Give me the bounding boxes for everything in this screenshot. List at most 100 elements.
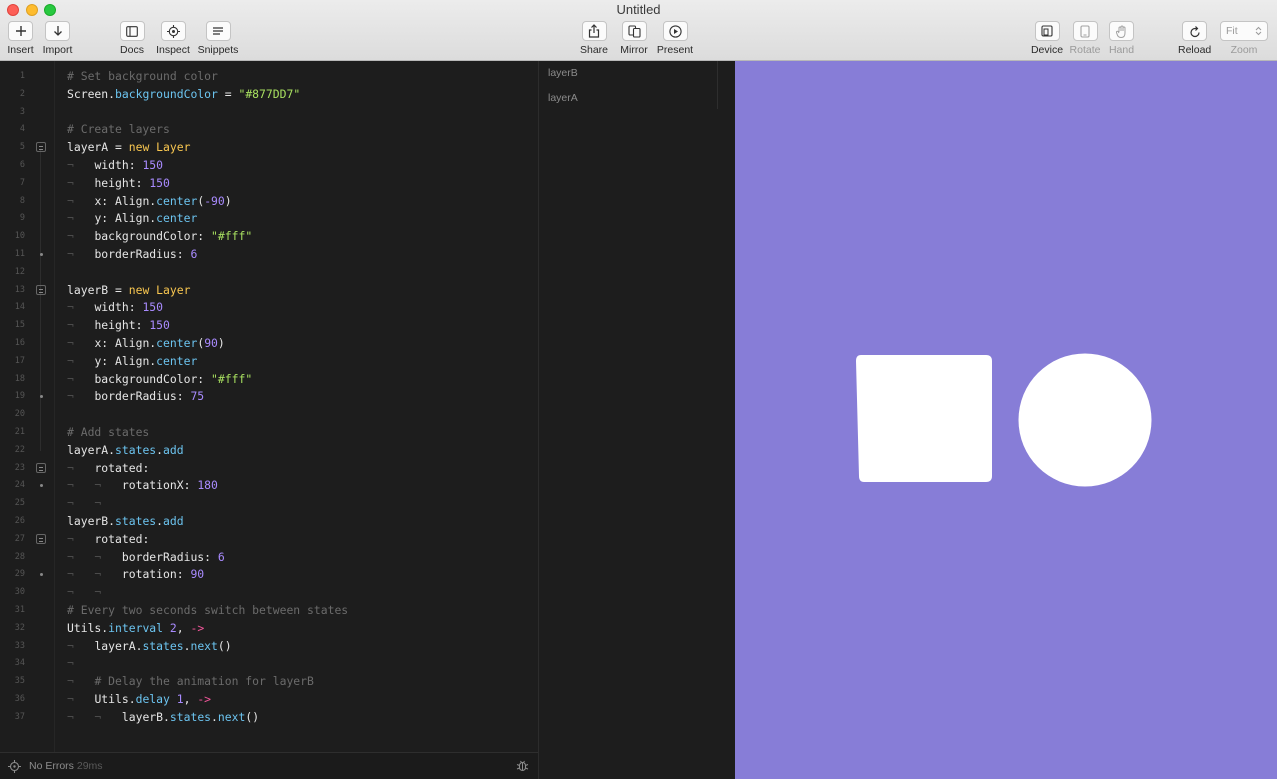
- code-line[interactable]: 14 ¬ width: 150: [0, 298, 538, 316]
- code-text: ¬ ¬ borderRadius: 6: [67, 549, 225, 564]
- code-line[interactable]: 4 # Create layers: [0, 120, 538, 138]
- line-number: 16: [14, 338, 25, 348]
- code-text: # Add states: [67, 425, 150, 439]
- code-line[interactable]: 17 ¬ y: Align.center: [0, 352, 538, 370]
- code-text: ¬ ¬ rotation: 90: [67, 567, 205, 582]
- share-button[interactable]: Share: [579, 21, 609, 56]
- code-line[interactable]: 19 ¬ borderRadius: 75: [0, 387, 538, 405]
- zoom-control[interactable]: Fit Zoom: [1220, 21, 1268, 56]
- code-line[interactable]: 37 ¬ ¬ layerB.states.next(): [0, 708, 538, 726]
- layers-scrollbar[interactable]: [717, 61, 718, 109]
- hand-button[interactable]: Hand: [1108, 21, 1135, 56]
- mirror-icon: [627, 24, 641, 38]
- line-number: 28: [14, 551, 25, 562]
- code-line[interactable]: 12: [0, 263, 538, 281]
- fold-toggle-icon[interactable]: [36, 284, 46, 295]
- device-label: Device: [1030, 44, 1064, 56]
- status-time: 29ms: [76, 760, 103, 772]
- code-line[interactable]: 34 ¬: [0, 654, 538, 672]
- reload-icon: [1189, 25, 1200, 37]
- preview-canvas[interactable]: [735, 61, 1277, 779]
- layer-item-layerA[interactable]: layerA: [548, 92, 578, 104]
- code-line[interactable]: 31 # Every two seconds switch between sta…: [0, 601, 538, 619]
- device-button[interactable]: Device: [1030, 21, 1064, 56]
- code-text: ¬ height: 150: [67, 318, 170, 333]
- inspect-button[interactable]: Inspect: [156, 21, 190, 56]
- code-line[interactable]: 15 ¬ height: 150: [0, 316, 538, 334]
- code-line[interactable]: 7 ¬ height: 150: [0, 174, 538, 192]
- code-line[interactable]: 24 ¬ ¬ rotationX: 180: [0, 476, 538, 494]
- bug-icon[interactable]: [516, 759, 529, 773]
- code-line[interactable]: 16 ¬ x: Align.center(90): [0, 334, 538, 352]
- code-line[interactable]: 22 layerA.states.add: [0, 441, 538, 459]
- code-text: Utils.interval 2, ->: [67, 620, 205, 635]
- play-icon: [668, 24, 682, 38]
- code-line[interactable]: 8 ¬ x: Align.center(-90): [0, 192, 538, 210]
- insert-button[interactable]: Insert: [7, 21, 34, 56]
- code-editor[interactable]: 1 # Set background color 2 Screen.backgroun…: [0, 61, 538, 752]
- arrow-down-icon: [53, 26, 62, 36]
- code-line[interactable]: 26 layerB.states.add: [0, 512, 538, 530]
- rotate-button[interactable]: Rotate: [1069, 21, 1101, 56]
- code-line[interactable]: 5 layerA = new Layer: [0, 138, 538, 156]
- line-number: 20: [14, 409, 25, 420]
- snippets-button[interactable]: Snippets: [197, 21, 239, 56]
- code-line[interactable]: 28 ¬ ¬ borderRadius: 6: [0, 548, 538, 566]
- code-line[interactable]: 11 ¬ borderRadius: 6: [0, 245, 538, 263]
- hand-label: Hand: [1108, 44, 1135, 56]
- layerB-shape[interactable]: [1018, 353, 1152, 487]
- code-text: ¬ layerA.states.next(): [67, 638, 232, 653]
- code-text: Screen.backgroundColor = "#877DD7": [67, 86, 301, 101]
- line-number: 33: [14, 640, 25, 651]
- code-line[interactable]: 33 ¬ layerA.states.next(): [0, 637, 538, 655]
- status-errors: No Errors: [29, 760, 74, 772]
- code-line[interactable]: 1 # Set background color: [0, 67, 538, 85]
- code-line[interactable]: 3: [0, 103, 538, 121]
- code-line[interactable]: 35 ¬ # Delay the animation for layerB: [0, 672, 538, 690]
- code-line[interactable]: 30 ¬ ¬: [0, 583, 538, 601]
- reload-button[interactable]: Reload: [1178, 21, 1211, 56]
- docs-button[interactable]: Docs: [119, 21, 145, 56]
- zoom-select[interactable]: Fit: [1220, 21, 1268, 41]
- line-number: 8: [19, 195, 25, 206]
- code-line[interactable]: 20: [0, 405, 538, 423]
- fold-toggle-icon[interactable]: [36, 533, 46, 544]
- present-button[interactable]: Present: [656, 21, 694, 56]
- code-line[interactable]: 21 # Add states: [0, 423, 538, 441]
- layer-item-layerB[interactable]: layerB: [548, 67, 578, 79]
- fold-end-marker: [40, 253, 43, 256]
- mirror-label: Mirror: [620, 44, 648, 56]
- code-line[interactable]: 18 ¬ backgroundColor: "#fff": [0, 370, 538, 388]
- fold-toggle-icon[interactable]: [36, 142, 46, 153]
- code-line[interactable]: 6 ¬ width: 150: [0, 156, 538, 174]
- inspect-label: Inspect: [156, 44, 190, 56]
- code-line[interactable]: 10 ¬ backgroundColor: "#fff": [0, 227, 538, 245]
- code-line[interactable]: 25 ¬ ¬: [0, 494, 538, 512]
- reload-label: Reload: [1178, 44, 1212, 56]
- line-number: 32: [14, 622, 25, 633]
- zoom-label: Zoom: [1230, 44, 1258, 56]
- import-button[interactable]: Import: [42, 21, 73, 56]
- mirror-button[interactable]: Mirror: [619, 21, 649, 56]
- code-line[interactable]: 36 ¬ Utils.delay 1, ->: [0, 690, 538, 708]
- code-line[interactable]: 9 ¬ y: Align.center: [0, 209, 538, 227]
- layerA-shape[interactable]: [856, 355, 992, 482]
- code-text: # Create layers: [67, 122, 170, 137]
- line-number: 17: [14, 355, 25, 366]
- fold-end-marker: [40, 484, 43, 488]
- code-text: ¬ rotated:: [67, 460, 150, 475]
- chevron-updown-icon: [1255, 26, 1262, 36]
- code-line[interactable]: 2 Screen.backgroundColor = "#877DD7": [0, 85, 538, 103]
- snippets-label: Snippets: [197, 44, 239, 56]
- crosshair-icon[interactable]: [8, 760, 21, 773]
- rotate-icon: [1080, 24, 1090, 38]
- zoom-value: Fit: [1226, 25, 1238, 37]
- code-line[interactable]: 27 ¬ rotated:: [0, 530, 538, 548]
- code-line[interactable]: 13 layerB = new Layer: [0, 281, 538, 299]
- fold-toggle-icon[interactable]: [36, 462, 46, 473]
- code-line[interactable]: 29 ¬ ¬ rotation: 90: [0, 565, 538, 583]
- code-line[interactable]: 23 ¬ rotated:: [0, 459, 538, 477]
- line-number: 25: [14, 498, 25, 509]
- line-number: 30: [14, 587, 25, 598]
- code-line[interactable]: 32 Utils.interval 2, ->: [0, 619, 538, 637]
